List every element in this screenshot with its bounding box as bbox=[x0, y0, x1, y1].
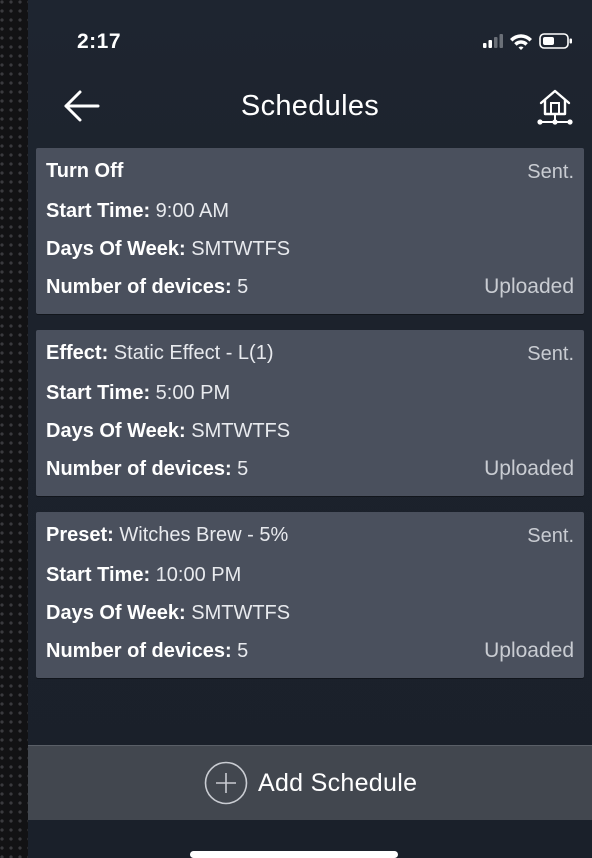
start-time-label: Start Time: bbox=[46, 200, 151, 222]
start-time-label: Start Time: bbox=[46, 382, 151, 404]
start-time-value: 10:00 PM bbox=[155, 564, 242, 586]
device-count-label: Number of devices: bbox=[46, 640, 232, 662]
add-schedule-bar[interactable]: Add Schedule bbox=[28, 745, 592, 820]
schedule-type-label: Effect: bbox=[46, 342, 109, 364]
app-screen: 2:17 Schedules Turn Off Sent. Start Time… bbox=[28, 0, 592, 858]
days-of-week-label: Days Of Week: bbox=[46, 420, 186, 442]
schedule-name-line: Preset: Witches Brew - 5% bbox=[46, 524, 288, 547]
schedule-name-line: Effect: Static Effect - L(1) bbox=[46, 342, 273, 365]
days-of-week-line: Days Of Week: SMTWTFS bbox=[46, 238, 290, 261]
start-time-line: Start Time: 5:00 PM bbox=[46, 382, 230, 405]
status-icons bbox=[478, 30, 578, 52]
start-time-value: 5:00 PM bbox=[155, 382, 231, 404]
home-indicator[interactable] bbox=[190, 851, 398, 858]
schedule-type-value: Static Effect - L(1) bbox=[113, 342, 274, 364]
schedule-card[interactable]: Preset: Witches Brew - 5% Sent. Start Ti… bbox=[36, 512, 584, 678]
device-count-line: Number of devices: 5 bbox=[46, 276, 248, 299]
sent-status: Sent. bbox=[527, 343, 574, 365]
device-count-line: Number of devices: 5 bbox=[46, 458, 248, 481]
schedule-card[interactable]: Turn Off Sent. Start Time: 9:00 AM Days … bbox=[36, 148, 584, 314]
sent-status: Sent. bbox=[527, 161, 574, 183]
schedule-type-label: Preset: bbox=[46, 524, 114, 546]
page-title: Schedules bbox=[240, 90, 380, 122]
home-button[interactable] bbox=[534, 86, 576, 130]
device-count-label: Number of devices: bbox=[46, 276, 232, 298]
days-of-week-value: SMTWTFS bbox=[191, 602, 291, 624]
add-schedule-button[interactable]: Add Schedule bbox=[204, 759, 417, 807]
cellular-signal-icon bbox=[483, 34, 503, 48]
days-of-week-label: Days Of Week: bbox=[46, 238, 186, 260]
device-count-value: 5 bbox=[237, 276, 249, 298]
days-of-week-line: Days Of Week: SMTWTFS bbox=[46, 602, 290, 625]
schedule-name-line: Turn Off bbox=[46, 160, 123, 183]
upload-status: Uploaded bbox=[484, 639, 574, 662]
device-count-value: 5 bbox=[237, 640, 249, 662]
days-of-week-value: SMTWTFS bbox=[191, 420, 291, 442]
schedule-type-value: Witches Brew - 5% bbox=[119, 524, 289, 546]
sent-status: Sent. bbox=[527, 525, 574, 547]
device-count-label: Number of devices: bbox=[46, 458, 232, 480]
battery-icon bbox=[539, 33, 572, 49]
upload-status: Uploaded bbox=[484, 275, 574, 298]
start-time-line: Start Time: 10:00 PM bbox=[46, 564, 241, 587]
wifi-icon bbox=[510, 34, 532, 50]
device-count-line: Number of devices: 5 bbox=[46, 640, 248, 663]
start-time-line: Start Time: 9:00 AM bbox=[46, 200, 229, 223]
days-of-week-label: Days Of Week: bbox=[46, 602, 186, 624]
days-of-week-line: Days Of Week: SMTWTFS bbox=[46, 420, 290, 443]
status-icons-svg bbox=[483, 33, 572, 50]
schedule-card[interactable]: Effect: Static Effect - L(1) Sent. Start… bbox=[36, 330, 584, 496]
status-time: 2:17 bbox=[77, 30, 122, 53]
device-count-value: 5 bbox=[237, 458, 249, 480]
days-of-week-value: SMTWTFS bbox=[191, 238, 291, 260]
upload-status: Uploaded bbox=[484, 457, 574, 480]
schedule-action-label: Turn Off bbox=[46, 160, 124, 182]
plus-circle-icon[interactable] bbox=[204, 761, 248, 805]
start-time-label: Start Time: bbox=[46, 564, 151, 586]
home-network-icon bbox=[537, 89, 573, 125]
add-schedule-label: Add Schedule bbox=[258, 768, 418, 797]
start-time-value: 9:00 AM bbox=[155, 200, 230, 222]
